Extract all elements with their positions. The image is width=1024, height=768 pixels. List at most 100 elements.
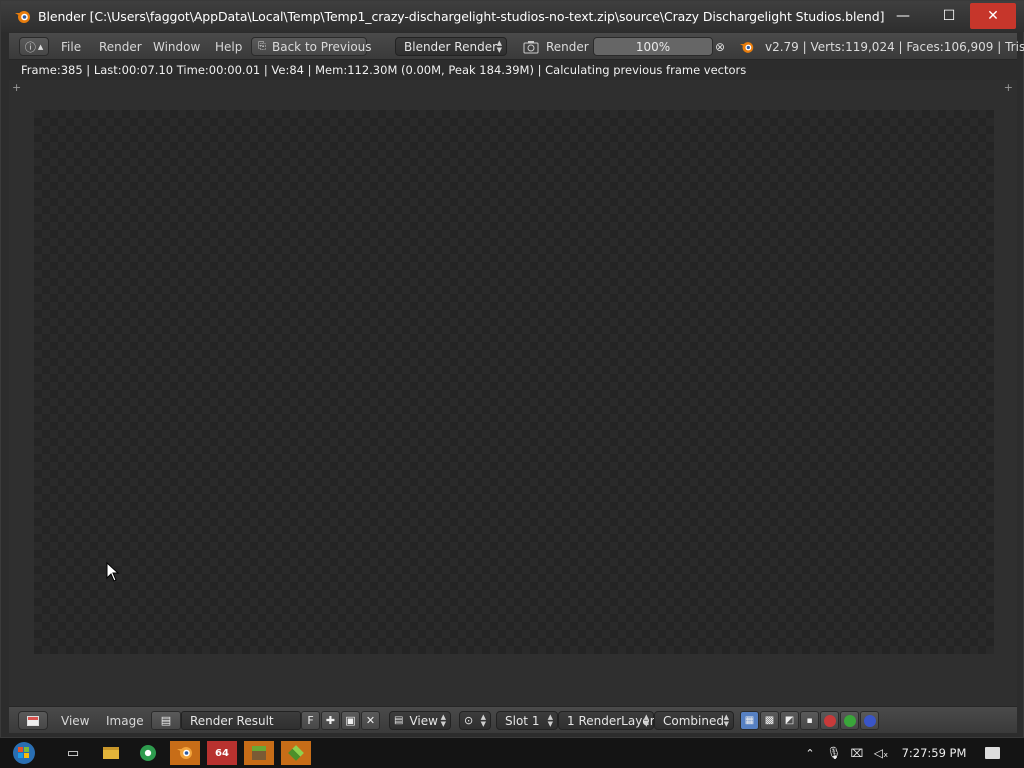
info-icon: ⓘ	[24, 40, 36, 54]
draw-alpha-button[interactable]: ◩	[780, 711, 799, 730]
menu-render[interactable]: Render	[99, 37, 142, 56]
view-mode-dropdown[interactable]: ▤ View ▲ ▼	[389, 711, 451, 730]
view-mode-icon: ▤	[394, 715, 404, 726]
alpha-icon: ◩	[784, 715, 795, 726]
network-icon[interactable]: ⌧	[846, 741, 868, 765]
blue-channel-button[interactable]	[860, 711, 879, 730]
updown-arrows-icon: ▲	[37, 42, 44, 51]
slot-dropdown[interactable]: Slot 1 ▲ ▼	[496, 711, 558, 730]
green-channel-button[interactable]	[840, 711, 859, 730]
slot-value: Slot 1	[505, 713, 540, 728]
image-editor-icon	[27, 715, 39, 726]
app-64-icon[interactable]: 64	[207, 741, 237, 765]
menu-view[interactable]: View	[61, 711, 89, 730]
render-engine-value: Blender Render	[404, 39, 498, 54]
cancel-render-icon[interactable]: ⊗	[715, 37, 725, 56]
file-explorer-icon[interactable]	[96, 741, 126, 765]
image-name-field[interactable]: Render Result	[181, 711, 301, 730]
red-channel-icon	[823, 714, 836, 727]
browse-image-button[interactable]: ▤	[151, 711, 181, 730]
render-pass-value: Combined	[663, 713, 724, 728]
back-icon: ⎘	[258, 41, 266, 52]
info-header: ⓘ ▲ File Render Window Help ⎘ Back to Pr…	[9, 33, 1024, 60]
render-engine-dropdown[interactable]: Blender Render ▲ ▼	[395, 37, 507, 56]
render-progress-label: Render	[546, 39, 589, 54]
menu-window[interactable]: Window	[153, 37, 200, 56]
fake-user-label: F	[307, 714, 314, 727]
minecraft-icon[interactable]	[244, 741, 274, 765]
start-button[interactable]	[2, 741, 46, 765]
image-editor-area[interactable]: + +	[9, 80, 1017, 706]
mouse-cursor-icon	[106, 562, 120, 582]
editor-type-button[interactable]: ⓘ ▲	[19, 37, 49, 56]
title-bar: Blender [C:\Users\faggot\AppData\Local\T…	[1, 1, 1024, 32]
area-split-icon[interactable]: +	[12, 81, 21, 94]
blender-window: Blender [C:\Users\faggot\AppData\Local\T…	[0, 0, 1024, 738]
dropdown-arrows-icon: ▲ ▼	[723, 713, 729, 728]
action-center-icon[interactable]	[980, 741, 1004, 765]
render-pass-dropdown[interactable]: Combined ▲ ▼	[654, 711, 734, 730]
render-result-canvas[interactable]	[34, 110, 994, 654]
red-channel-button[interactable]	[820, 711, 839, 730]
dropdown-arrows-icon: ▲ ▼	[496, 39, 502, 54]
x-icon: ✕	[365, 714, 376, 727]
unlink-image-button[interactable]: ✕	[361, 711, 380, 730]
checker-icon: ▩	[764, 715, 775, 726]
draw-color-alpha-button[interactable]: ▦	[740, 711, 759, 730]
view-mode-value: View	[409, 713, 438, 728]
blender-logo-icon	[15, 11, 30, 23]
microphone-icon[interactable]: 🎙	[824, 741, 844, 765]
image-editor-header: View Image ▤ Render Result F ✚ ▣ ✕ ▤ Vie…	[9, 706, 1017, 733]
render-progress-text: 100%	[635, 39, 671, 54]
color-alpha-icon: ▦	[744, 715, 755, 726]
clock[interactable]: 7:27:59 PM	[900, 741, 968, 765]
maximize-icon: ☐	[942, 8, 956, 24]
open-image-button[interactable]: ▣	[341, 711, 360, 730]
task-view-icon[interactable]: ▭	[58, 741, 88, 765]
blue-channel-icon	[863, 714, 876, 727]
pivot-icon: ⊙	[464, 714, 474, 727]
render-progress-bar: 100%	[593, 37, 713, 56]
app-cube-icon[interactable]	[281, 741, 311, 765]
folder-icon: ▣	[345, 714, 356, 727]
dropdown-arrows-icon: ▲ ▼	[480, 713, 486, 728]
scene-stats: v2.79 | Verts:119,024 | Faces:106,909 | …	[765, 39, 1024, 54]
menu-file[interactable]: File	[61, 37, 81, 56]
window-title: Blender [C:\Users\faggot\AppData\Local\T…	[38, 9, 885, 24]
show-hidden-icons-icon[interactable]: ⌃	[800, 741, 820, 765]
image-name-value: Render Result	[190, 713, 274, 728]
back-to-previous-button[interactable]: ⎘ Back to Previous	[251, 37, 372, 56]
editor-type-button[interactable]	[18, 711, 48, 730]
menu-image[interactable]: Image	[106, 711, 144, 730]
maximize-button[interactable]: ☐	[927, 3, 971, 29]
app-64-label: 64	[215, 747, 229, 759]
area-split-icon[interactable]: +	[1004, 81, 1013, 94]
fake-user-button[interactable]: F	[301, 711, 320, 730]
green-channel-icon	[843, 714, 856, 727]
pivot-dropdown[interactable]: ⊙ ▲ ▼	[459, 711, 491, 730]
menu-help[interactable]: Help	[215, 37, 242, 56]
minimize-icon: —	[896, 8, 910, 24]
close-button[interactable]: ✕	[970, 3, 1016, 29]
blender-scene-icon	[739, 42, 754, 53]
dropdown-arrows-icon: ▲ ▼	[547, 713, 553, 728]
zbuffer-icon: ▪	[806, 715, 813, 726]
volume-muted-icon[interactable]: ◁ₓ	[870, 741, 892, 765]
windows-start-icon	[13, 742, 35, 764]
windows-taskbar: ▭ 64 ⌃ 🎙 ⌧ ◁ₓ 7:27:59 PM	[0, 738, 1024, 768]
draw-zbuffer-button[interactable]: ▪	[800, 711, 819, 730]
browser-icon[interactable]	[133, 741, 163, 765]
dropdown-arrows-icon: ▲ ▼	[440, 713, 446, 728]
draw-color-button[interactable]: ▩	[760, 711, 779, 730]
render-layer-value: 1 RenderLayer	[567, 713, 655, 728]
back-to-previous-label: Back to Previous	[272, 39, 372, 54]
blender-taskbar-icon[interactable]	[170, 741, 200, 765]
render-status-text: Frame:385 | Last:00:07.10 Time:00:00.01 …	[9, 61, 1017, 79]
image-browse-icon: ▤	[160, 714, 172, 727]
render-layer-dropdown[interactable]: 1 RenderLayer ▲ ▼	[558, 711, 655, 730]
minimize-button[interactable]: —	[881, 3, 925, 29]
camera-icon	[523, 37, 539, 56]
new-image-button[interactable]: ✚	[321, 711, 340, 730]
dropdown-arrows-icon: ▲ ▼	[643, 713, 649, 728]
plus-icon: ✚	[325, 714, 336, 727]
